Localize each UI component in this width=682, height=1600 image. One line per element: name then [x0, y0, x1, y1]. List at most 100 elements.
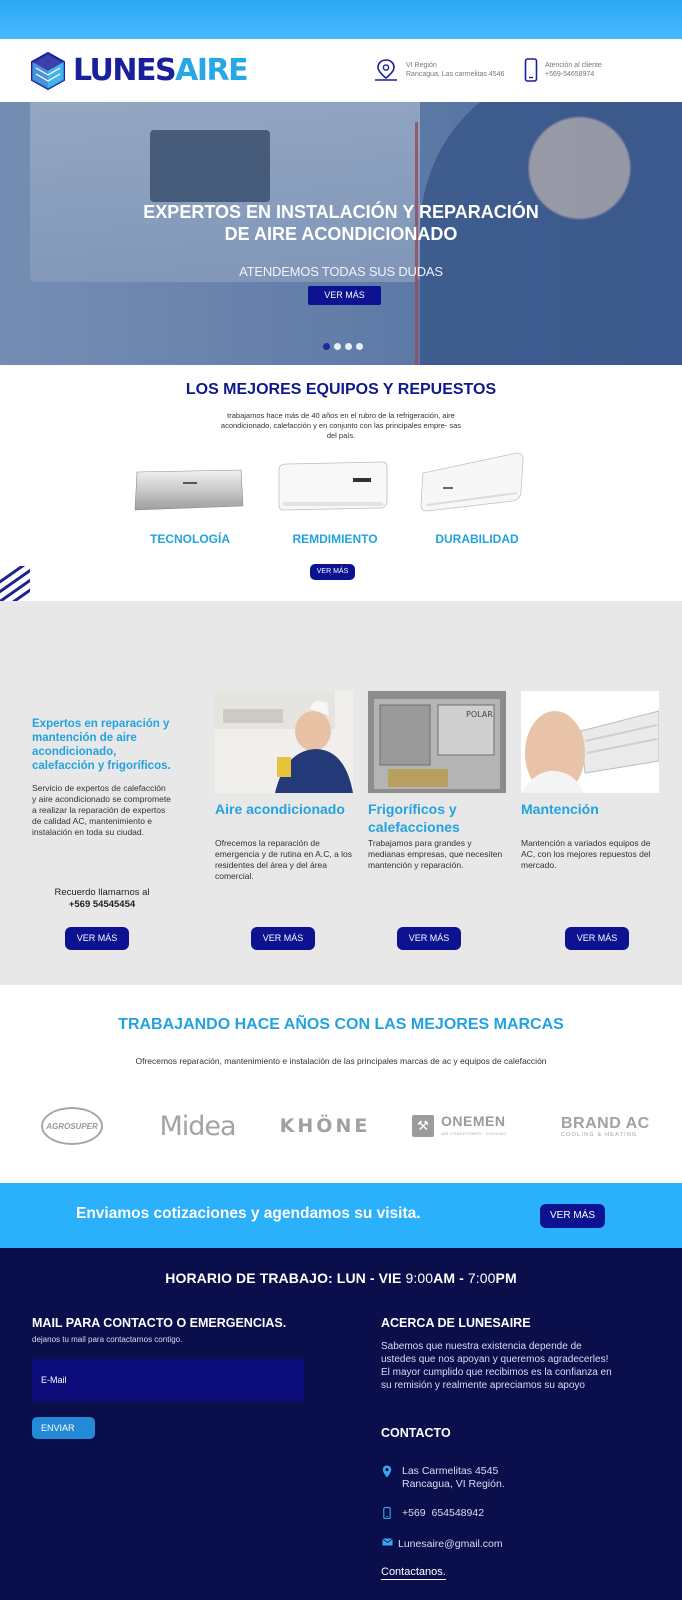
brands-subtitle: Ofrecemos reparación, mantenimiento e in… [135, 1056, 547, 1066]
products-ver-mas-button[interactable]: VER MÁS [310, 564, 355, 580]
brand-tagline-onemen: AIR CONDITIONER · COOLING [441, 1130, 507, 1136]
products-title: LOS MEJORES EQUIPOS Y REPUESTOS [185, 381, 497, 398]
contact-email: Lunesaire@gmail.com [381, 1538, 503, 1551]
service-text-frigorificos: Trabajamos para grandes y medianas empre… [368, 838, 503, 870]
brand-tagline-brandac: COOLING & HEATING [561, 1131, 638, 1138]
working-hours-label: HORARIO DE TRABAJO: LUN - VIE [165, 1270, 402, 1286]
working-hours-close: 7:00 [467, 1270, 496, 1286]
slider-dot[interactable] [334, 343, 341, 350]
hero-ver-mas-button[interactable]: VER MÁS [308, 286, 381, 305]
brand-name-onemen: ONEMEN [441, 1112, 506, 1129]
slider-dot[interactable] [345, 343, 352, 350]
feature-rendimiento: REMDIMIENTO [292, 532, 378, 546]
feature-tecnologia: TECNOLOGÍA [150, 532, 230, 546]
header-location: VI Región Rancagua, Las carmelitas 4546 [373, 58, 504, 82]
contact-address: Las Carmelitas 4545 Rancagua, VI Región. [381, 1465, 505, 1491]
brand-logo-onemen[interactable]: ⚒ ONEMEN AIR CONDITIONER · COOLING [412, 1106, 516, 1146]
site-footer: HORARIO DE TRABAJO: LUN - VIE 9:00AM - 7… [0, 1248, 682, 1600]
location-line2: Rancagua, Las carmelitas 4546 [406, 71, 505, 78]
smartphone-icon [524, 58, 538, 82]
working-hours: HORARIO DE TRABAJO: LUN - VIE 9:00AM - 7… [0, 1270, 682, 1286]
cta-text: Enviamos cotizaciones y agendamos su vis… [76, 1205, 421, 1222]
ac-unit-image-2 [278, 461, 388, 511]
logo-wordmark: LUNESAIRE [73, 53, 249, 88]
hero-title-line1: EXPERTOS EN INSTALACIÓN Y REPARACIÓN [143, 202, 539, 222]
feature-durabilidad: DURABILIDAD [435, 532, 519, 546]
brands-section: TRABAJANDO HACE AÑOS CON LAS MEJORES MAR… [0, 985, 682, 1183]
ac-unit-image-3 [420, 452, 524, 512]
service-image-frigorificos: POLAR [368, 691, 506, 793]
products-description: trabajamos hace más de 40 años en el rub… [220, 411, 462, 440]
brand-name-brandac: BRAND AC [561, 1114, 650, 1132]
services-call-phone: +569 54545454 [68, 899, 136, 910]
working-hours-open: 9:00 [405, 1270, 434, 1286]
working-hours-am: AM - [433, 1270, 468, 1286]
brand-logo-khone[interactable]: KHÖNE [280, 1106, 368, 1146]
contact-phone-value: +569 654548942 [402, 1507, 485, 1519]
send-button[interactable]: ENVIAR [32, 1417, 95, 1439]
about-text: Sabemos que nuestra existencia depende d… [381, 1341, 612, 1391]
hero-slider: EXPERTOS EN INSTALACIÓN Y REPARACIÓN DE … [0, 102, 682, 365]
service-title-mantencion: Mantención [521, 801, 599, 817]
logo-cube-icon [31, 52, 65, 90]
slider-dots [323, 343, 363, 350]
services-call: Recuerdo llamarnos al +569 54545454 [32, 887, 172, 911]
about-title: ACERCA DE LUNESAIRE [381, 1316, 531, 1330]
services-intro-title: Expertos en reparación y mantención de a… [32, 718, 171, 772]
phone-line2: +569-54658974 [545, 71, 595, 78]
header-phone: Atención al cliente +569-54658974 [524, 58, 602, 82]
decor-stripes-left [0, 566, 30, 601]
phone-line1: Atención al cliente [545, 62, 602, 69]
service-frigorificos-ver-mas-button[interactable]: VER MÁS [397, 927, 461, 950]
brands-title: TRABAJANDO HACE AÑOS CON LAS MEJORES MAR… [118, 1016, 564, 1033]
site-logo[interactable]: LUNESAIRE [30, 52, 249, 90]
location-pin-icon [381, 1465, 393, 1478]
contact-email-value[interactable]: Lunesaire@gmail.com [398, 1538, 503, 1551]
brand-logo-brandac[interactable]: BRAND AC COOLING & HEATING [561, 1106, 657, 1146]
service-title-aire: Aire acondicionado [215, 801, 345, 817]
svg-text:POLAR: POLAR [466, 710, 493, 719]
top-accent-bar [0, 0, 682, 39]
email-field[interactable] [32, 1359, 304, 1401]
hero-subtitle: ATENDEMOS TODAS SUS DUDAS [239, 264, 443, 279]
cta-ver-mas-button[interactable]: VER MÁS [540, 1204, 605, 1228]
hero-title-line2: DE AIRE ACONDICIONADO [224, 224, 458, 244]
service-text-aire: Ofrecemos la reparación de emergencia y … [215, 838, 353, 881]
service-mantencion-ver-mas-button[interactable]: VER MÁS [565, 927, 629, 950]
ac-unit-image-1 [134, 469, 244, 511]
address-line1: Las Carmelitas 4545 [402, 1465, 499, 1477]
services-intro-text: Servicio de expertos de calefacción y ai… [32, 783, 171, 837]
hero-title: EXPERTOS EN INSTALACIÓN Y REPARACIÓN DE … [0, 201, 682, 245]
service-image-mantencion [521, 691, 659, 793]
brand-name-agrosuper: AGROSUPER [41, 1107, 103, 1145]
contact-phone: +569 654548942 [381, 1507, 484, 1520]
logo-wordmark-main: LUNES [73, 53, 177, 88]
contact-link[interactable]: Contactanos. [381, 1566, 446, 1580]
brand-name-khone: KHÖNE [279, 1115, 371, 1137]
cta-banner: Enviamos cotizaciones y agendamos su vis… [0, 1183, 682, 1248]
site-header: LUNESAIRE VI Región Rancagua, Las carmel… [0, 39, 682, 102]
envelope-icon [381, 1538, 393, 1546]
brand-name-midea: Midea [159, 1110, 236, 1142]
phone-icon [381, 1507, 393, 1519]
contact-title: CONTACTO [381, 1426, 451, 1440]
services-call-text: Recuerdo llamarnos al [54, 887, 150, 898]
service-image-aire [215, 691, 353, 793]
mail-contact-subtitle: dejanos tu mail para contactarnos contig… [32, 1335, 183, 1344]
service-aire-ver-mas-button[interactable]: VER MÁS [251, 927, 315, 950]
slider-dot[interactable] [356, 343, 363, 350]
mail-contact-title: MAIL PARA CONTACTO O EMERGENCIAS. [32, 1316, 287, 1330]
wrench-icon: ⚒ [412, 1115, 434, 1137]
brand-logo-agrosuper[interactable]: AGROSUPER [40, 1106, 104, 1146]
services-section: Expertos en reparación y mantención de a… [0, 601, 682, 985]
location-line1: VI Región [406, 62, 437, 69]
working-hours-pm: PM [495, 1270, 517, 1286]
service-text-mantencion: Mantención a variados equipos de AC, con… [521, 838, 651, 870]
address-line2: Rancagua, VI Región. [402, 1478, 505, 1490]
service-title-frigorificos: Frigoríficos y calefacciones [368, 801, 460, 835]
map-pin-icon [375, 59, 397, 81]
services-intro-ver-mas-button[interactable]: VER MÁS [65, 927, 129, 950]
slider-dot[interactable] [323, 343, 330, 350]
brand-logo-midea[interactable]: Midea [150, 1106, 245, 1146]
logo-wordmark-accent: AIRE [175, 53, 248, 88]
